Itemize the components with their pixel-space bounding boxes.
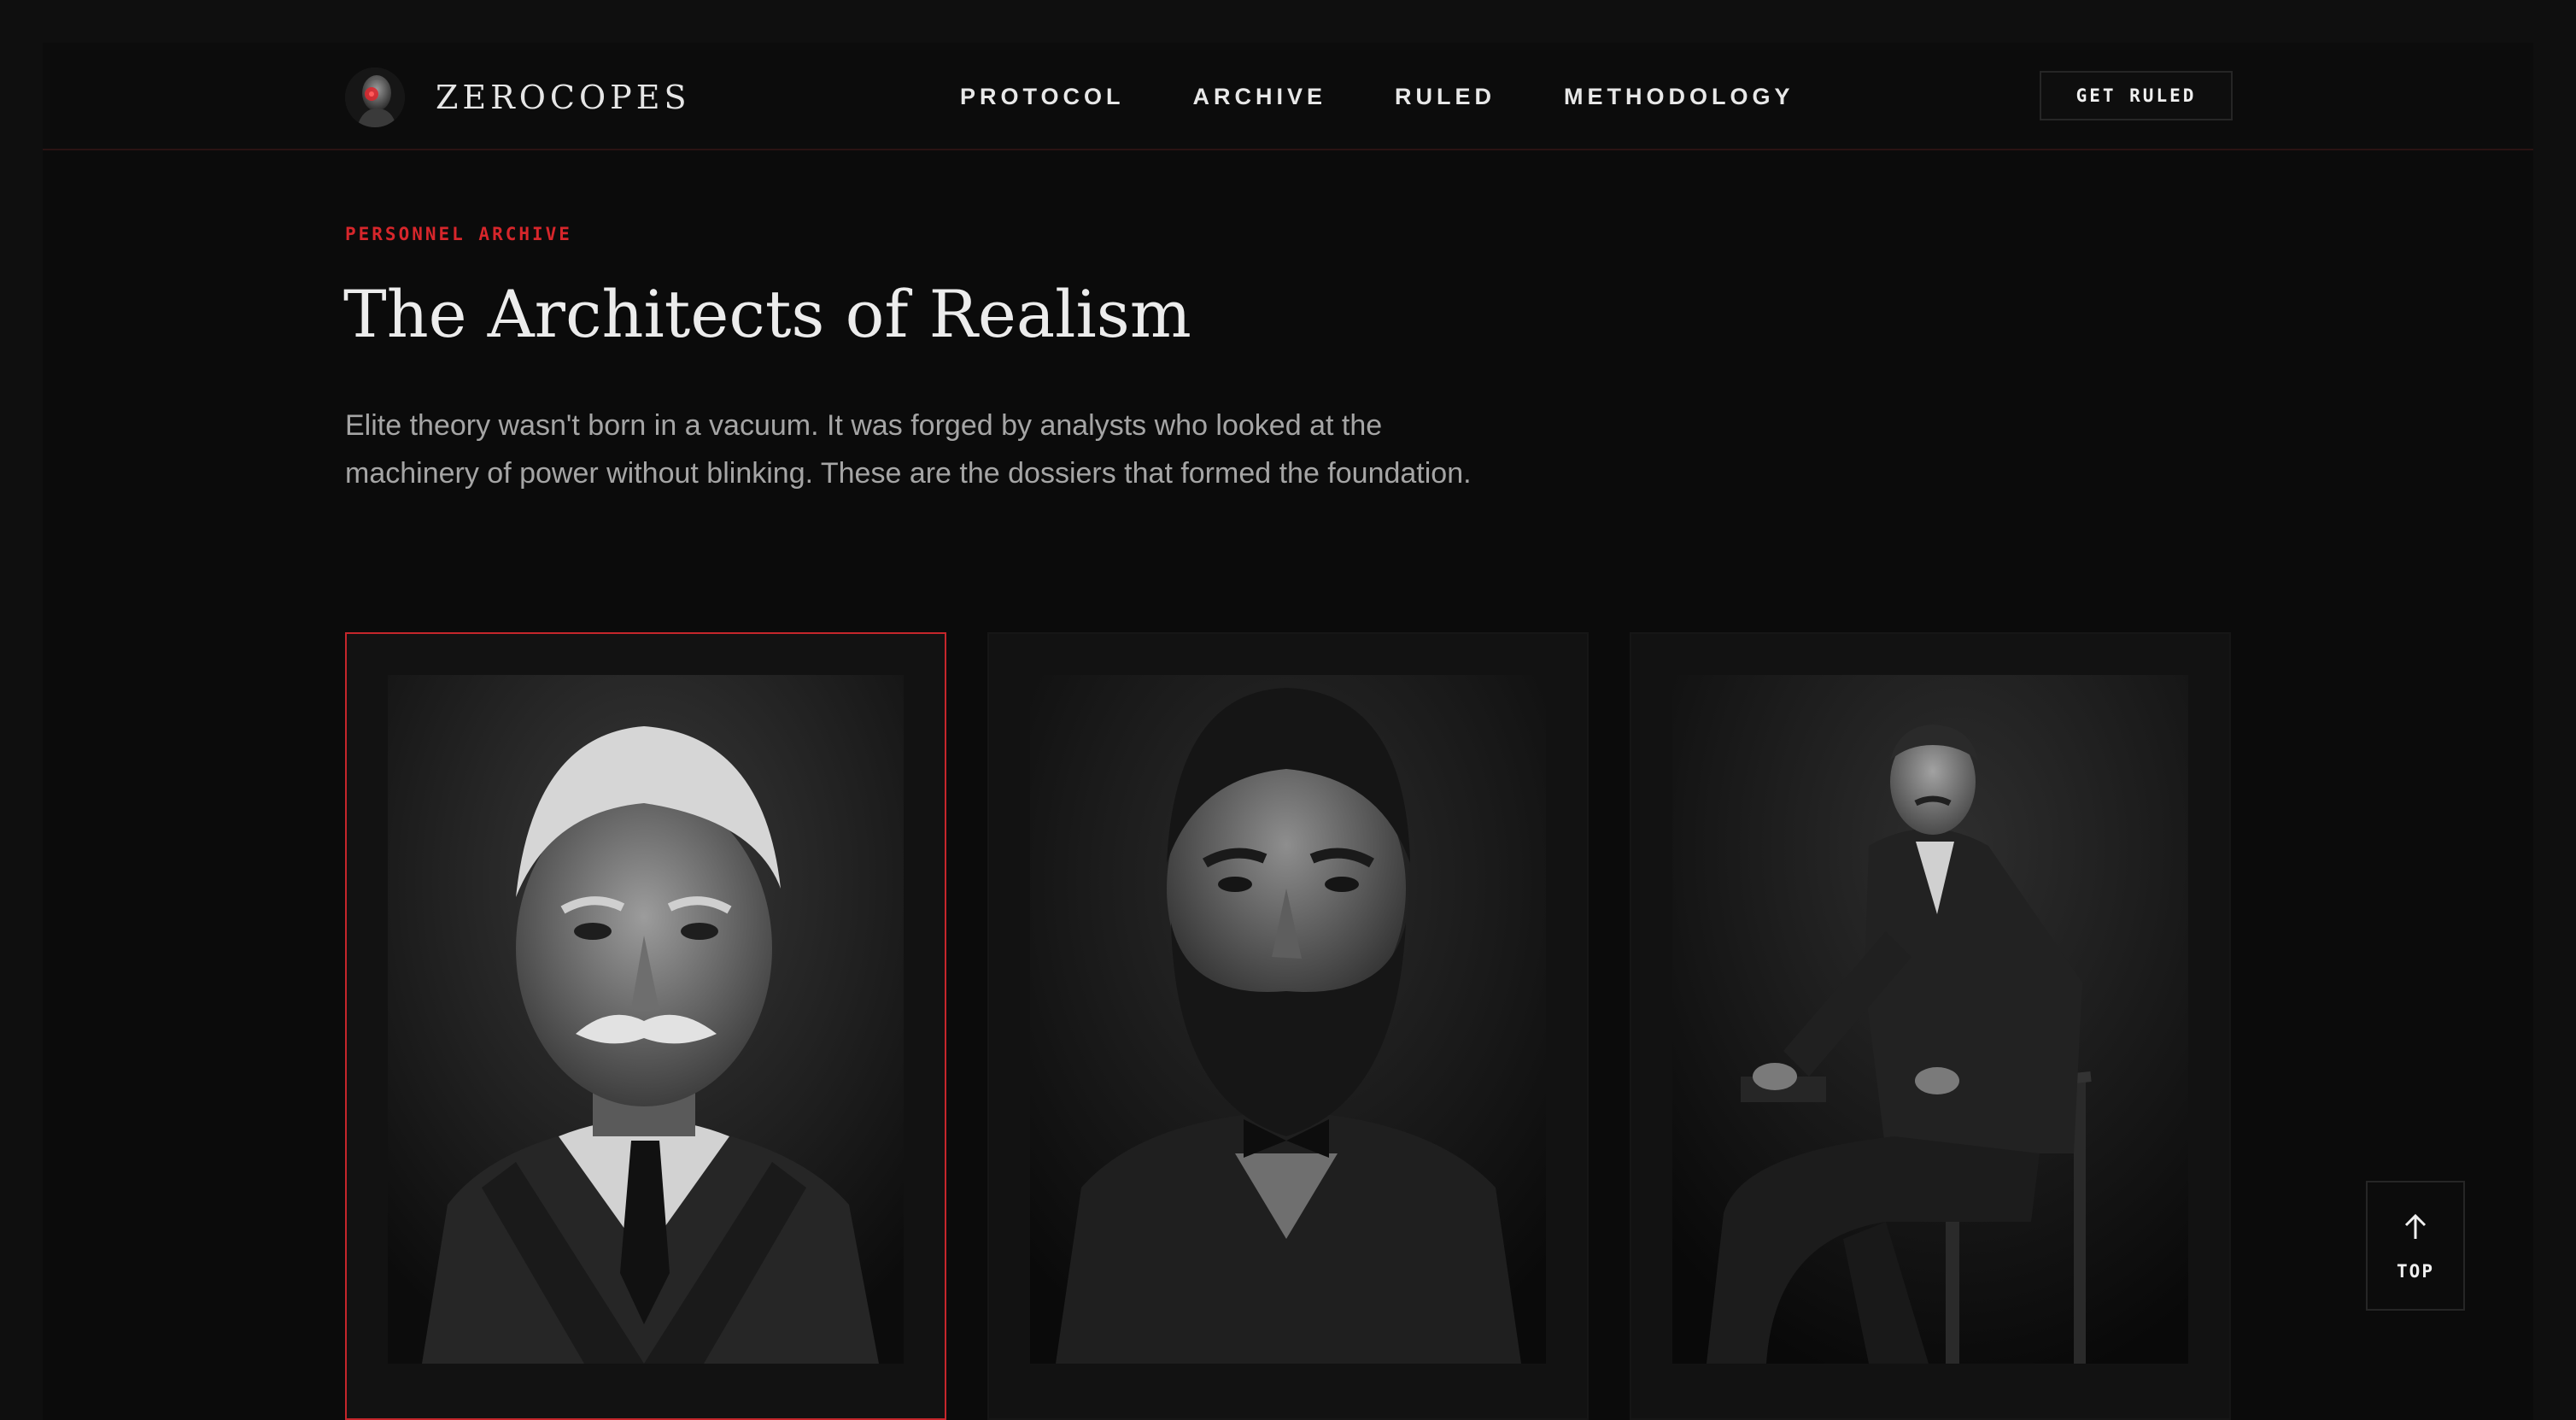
nav-item-archive[interactable]: ARCHIVE bbox=[1193, 84, 1327, 110]
back-to-top-label: TOP bbox=[2397, 1261, 2434, 1282]
portrait-image bbox=[388, 675, 904, 1364]
nav-item-ruled[interactable]: RULED bbox=[1395, 84, 1496, 110]
page-title: The Architects of Realism bbox=[343, 276, 1191, 352]
brand-name: ZEROCOPES bbox=[436, 79, 691, 116]
nav-item-methodology[interactable]: METHODOLOGY bbox=[1564, 84, 1794, 110]
dossier-card[interactable] bbox=[987, 632, 1589, 1420]
get-ruled-button[interactable]: GET RULED bbox=[2040, 71, 2233, 120]
nav-item-protocol[interactable]: PROTOCOL bbox=[960, 84, 1125, 110]
section-eyebrow: PERSONNEL ARCHIVE bbox=[345, 224, 572, 244]
site-header: ZEROCOPES PROTOCOL ARCHIVE RULED METHODO… bbox=[43, 43, 2533, 150]
main-nav: PROTOCOL ARCHIVE RULED METHODOLOGY bbox=[960, 43, 1863, 150]
logo[interactable]: ZEROCOPES bbox=[345, 65, 690, 130]
intro-paragraph: Elite theory wasn't born in a vacuum. It… bbox=[345, 409, 1472, 490]
arrow-up-icon bbox=[2403, 1213, 2427, 1241]
dossier-card[interactable] bbox=[345, 632, 946, 1420]
back-to-top-button[interactable]: TOP bbox=[2366, 1181, 2465, 1311]
statue-bust-icon bbox=[345, 67, 405, 127]
portrait-image bbox=[1672, 675, 2188, 1364]
dossier-card[interactable] bbox=[1630, 632, 2231, 1420]
portrait-image bbox=[1030, 675, 1546, 1364]
page-frame: ZEROCOPES PROTOCOL ARCHIVE RULED METHODO… bbox=[43, 43, 2533, 1420]
